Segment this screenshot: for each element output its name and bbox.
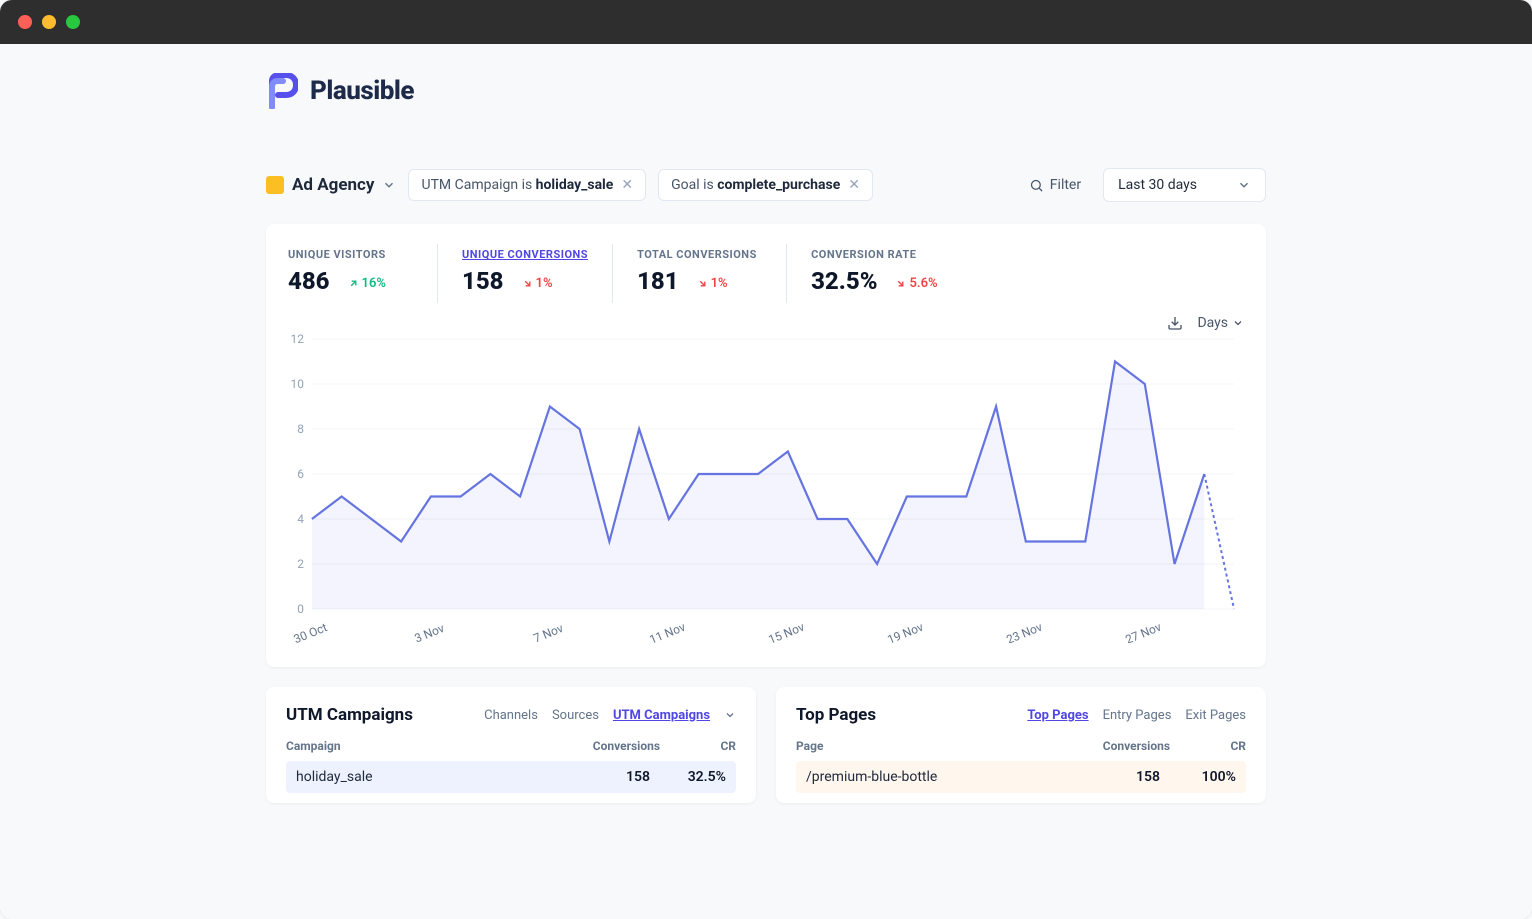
site-name: Ad Agency [292,175,374,195]
chevron-down-icon [382,178,396,192]
stats-row: UNIQUE VISITORS 486 16% UNIQUE CONVERSIO… [288,244,1244,303]
panels-row: UTM Campaigns Channels Sources UTM Campa… [266,687,1266,803]
panel-title: Top Pages [796,705,876,725]
svg-text:11 Nov: 11 Nov [647,620,687,643]
filter-pill-text: UTM Campaign is holiday_sale [421,177,613,193]
close-window-button[interactable] [18,15,32,29]
stat-change: 1% [697,276,728,291]
minimize-window-button[interactable] [42,15,56,29]
brand-name: Plausible [310,76,414,106]
filter-pill-utm-campaign[interactable]: UTM Campaign is holiday_sale ✕ [408,169,646,201]
panel-title: UTM Campaigns [286,705,413,725]
filter-button[interactable]: Filter [1019,170,1091,200]
stat-change: 5.6% [895,276,937,291]
stat-change: 16% [348,276,386,291]
svg-text:27 Nov: 27 Nov [1123,620,1163,643]
table-row[interactable]: /premium-blue-bottle 158 100% [796,761,1246,793]
table-row[interactable]: holiday_sale 158 32.5% [286,761,736,793]
close-icon[interactable]: ✕ [848,177,860,193]
download-icon[interactable] [1167,315,1183,331]
panel-top-pages: Top Pages Top Pages Entry Pages Exit Pag… [776,687,1266,803]
row-cr: 32.5% [682,769,726,785]
column-name: Page [796,739,823,753]
row-conversions: 158 [606,769,650,785]
tab-sources[interactable]: Sources [552,708,599,723]
stat-value: 486 [288,267,330,295]
column-conversions: Conversions [593,739,660,753]
date-range-selector[interactable]: Last 30 days [1103,168,1266,202]
stat-total-conversions[interactable]: TOTAL CONVERSIONS 181 1% [637,244,787,303]
stat-unique-conversions[interactable]: UNIQUE CONVERSIONS 158 1% [462,244,613,303]
column-name: Campaign [286,739,341,753]
stat-value: 158 [462,267,504,295]
main-stats-card: UNIQUE VISITORS 486 16% UNIQUE CONVERSIO… [266,224,1266,667]
stat-label: UNIQUE VISITORS [288,248,413,261]
column-cr: CR [692,739,736,753]
arrow-down-right-icon [895,278,906,289]
svg-text:8: 8 [297,422,304,436]
panel-utm-campaigns: UTM Campaigns Channels Sources UTM Campa… [266,687,756,803]
search-icon [1029,178,1044,193]
window-titlebar [0,0,1532,44]
column-cr: CR [1202,739,1246,753]
svg-text:19 Nov: 19 Nov [885,620,925,643]
svg-text:7 Nov: 7 Nov [532,621,566,643]
tab-channels[interactable]: Channels [484,708,538,723]
site-favicon [266,176,284,194]
stat-change: 1% [522,276,553,291]
svg-text:2: 2 [297,557,304,571]
stat-value: 181 [637,267,679,295]
tab-exit-pages[interactable]: Exit Pages [1185,708,1246,723]
interval-label: Days [1197,315,1228,331]
app-content: Plausible Ad Agency UTM Campaign is holi… [0,44,1532,919]
arrow-down-right-icon [522,278,533,289]
app-window: Plausible Ad Agency UTM Campaign is holi… [0,0,1532,919]
svg-text:12: 12 [290,333,304,346]
filter-pill-text: Goal is complete_purchase [671,177,840,193]
brand-logo[interactable]: Plausible [266,72,1266,110]
svg-text:30 Oct: 30 Oct [292,620,330,643]
main-chart[interactable]: 0 2 4 6 8 10 12 30 Oct 3 Nov 7 Nov 11 Nov 15 Nov 19 … [288,333,1244,643]
tab-top-pages[interactable]: Top Pages [1027,708,1088,723]
stat-label: TOTAL CONVERSIONS [637,248,762,261]
controls-row: Ad Agency UTM Campaign is holiday_sale ✕… [266,168,1266,202]
interval-selector[interactable]: Days [1197,315,1244,331]
chevron-down-icon[interactable] [724,709,736,721]
chevron-down-icon [1237,178,1251,192]
panel-tabs: Top Pages Entry Pages Exit Pages [1027,708,1246,723]
table-header: Campaign Conversions CR [286,739,736,753]
row-cr: 100% [1192,769,1236,785]
svg-text:23 Nov: 23 Nov [1004,620,1044,643]
column-conversions: Conversions [1103,739,1170,753]
row-name: /premium-blue-bottle [806,769,937,785]
filter-button-label: Filter [1050,177,1081,193]
arrow-down-right-icon [697,278,708,289]
close-icon[interactable]: ✕ [621,177,633,193]
chart-controls: Days [288,315,1244,331]
svg-text:0: 0 [297,602,304,616]
tab-entry-pages[interactable]: Entry Pages [1103,708,1172,723]
row-conversions: 158 [1116,769,1160,785]
stat-label: UNIQUE CONVERSIONS [462,248,588,261]
svg-text:4: 4 [297,512,304,526]
table-header: Page Conversions CR [796,739,1246,753]
chevron-down-icon [1232,317,1244,329]
svg-text:15 Nov: 15 Nov [766,620,806,643]
tab-utm-campaigns[interactable]: UTM Campaigns [613,708,710,723]
date-range-label: Last 30 days [1118,177,1197,193]
plausible-logo-icon [266,72,300,110]
site-selector[interactable]: Ad Agency [266,175,396,195]
svg-text:3 Nov: 3 Nov [413,621,447,643]
stat-value: 32.5% [811,267,877,295]
svg-text:10: 10 [290,377,304,391]
panel-tabs: Channels Sources UTM Campaigns [484,708,736,723]
stat-unique-visitors[interactable]: UNIQUE VISITORS 486 16% [288,244,438,303]
row-name: holiday_sale [296,769,373,785]
stat-conversion-rate[interactable]: CONVERSION RATE 32.5% 5.6% [811,244,962,303]
stat-label: CONVERSION RATE [811,248,938,261]
maximize-window-button[interactable] [66,15,80,29]
arrow-up-right-icon [348,278,359,289]
svg-text:6: 6 [297,467,304,481]
filter-pill-goal[interactable]: Goal is complete_purchase ✕ [658,169,873,201]
